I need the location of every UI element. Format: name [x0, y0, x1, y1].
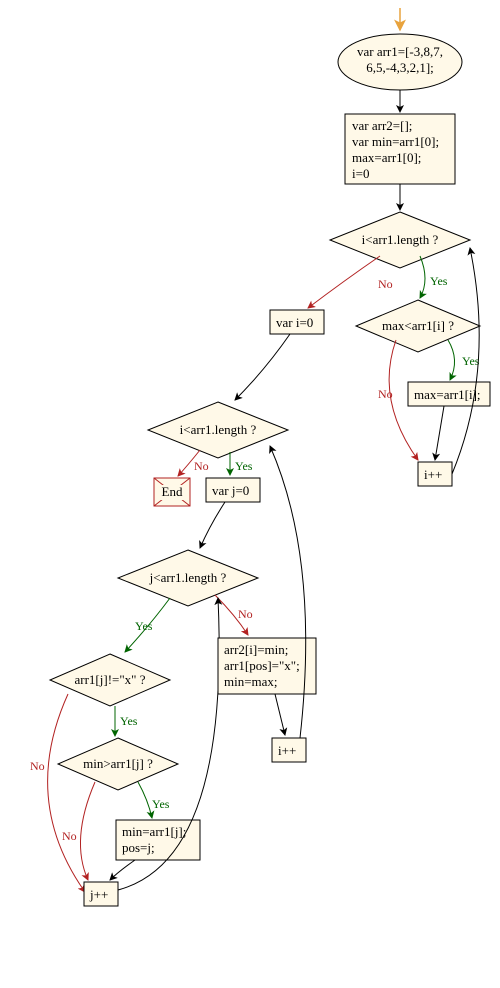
lbl-n12-no: No [30, 759, 45, 773]
lbl-n8-no: No [194, 459, 209, 473]
lbl-n3-no: No [378, 277, 393, 291]
lbl-n4-yes: Yes [462, 354, 480, 368]
lbl-n13-no: No [62, 829, 77, 843]
lbl-n12-yes: Yes [120, 714, 138, 728]
n9-line0: var j=0 [212, 483, 249, 498]
lbl-n11-no: No [238, 607, 253, 621]
n8-line0: i<arr1.length ? [180, 422, 257, 437]
n16-line2: min=max; [224, 674, 278, 689]
edge-n3-no [308, 256, 380, 308]
n7-line0: var i=0 [276, 315, 313, 330]
edge-n5-n6 [435, 406, 444, 460]
edge-n13-no [80, 782, 95, 880]
lbl-n11-yes: Yes [135, 619, 153, 633]
edge-n13-yes [138, 782, 152, 818]
n15-line0: j++ [89, 887, 108, 902]
n10-line0: End [162, 484, 183, 499]
n6-line0: i++ [424, 467, 442, 482]
n14-line1: pos=j; [122, 840, 155, 855]
edge-n4-yes [448, 340, 455, 380]
n2-line0: var arr2=[]; [352, 118, 412, 133]
lbl-n3-yes: Yes [430, 274, 448, 288]
edge-n9-n11 [200, 502, 225, 548]
n16-line0: arr2[i]=min; [224, 642, 288, 657]
n2-line2: max=arr1[0]; [352, 150, 421, 165]
lbl-n13-yes: Yes [152, 797, 170, 811]
edge-n12-no [48, 694, 85, 892]
n1-line0: var arr1=[-3,8,7, [357, 44, 443, 59]
n13-line0: min>arr1[j] ? [83, 756, 153, 771]
edge-n7-n8 [235, 334, 290, 400]
n14-line0: min=arr1[j]; [122, 824, 186, 839]
n5-line0: max=arr1[i]; [414, 387, 481, 402]
n16-line1: arr1[pos]="x"; [224, 658, 300, 673]
n2-line3: i=0 [352, 166, 369, 181]
n12-line0: arr1[j]!="x" ? [75, 672, 146, 687]
edge-n3-yes [420, 256, 425, 298]
n2-line1: var min=arr1[0]; [352, 134, 439, 149]
edge-n14-n15 [110, 860, 135, 880]
lbl-n4-no: No [378, 387, 393, 401]
n11-line0: j<arr1.length ? [149, 570, 227, 585]
lbl-n8-yes: Yes [235, 459, 253, 473]
n17-line0: i++ [278, 743, 296, 758]
n1-line1: 6,5,-4,3,2,1]; [366, 60, 434, 75]
edge-n16-n17 [275, 694, 285, 735]
node-end: End [154, 478, 190, 506]
n3-line0: i<arr1.length ? [362, 232, 439, 247]
n4-line0: max<arr1[i] ? [382, 318, 454, 333]
